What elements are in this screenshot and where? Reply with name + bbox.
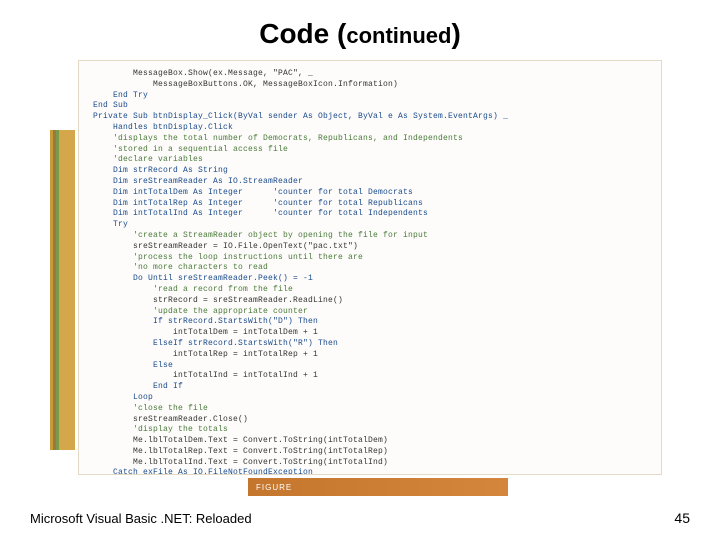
code-line: Dim intTotalDem As Integer 'counter for … (93, 188, 649, 199)
code-line: End If (93, 382, 649, 393)
code-line: MessageBox.Show(ex.Message, "PAC", _ (93, 69, 649, 80)
code-line: 'close the file (93, 404, 649, 415)
code-line: End Try (93, 91, 649, 102)
slide-title: Code (continued) (0, 0, 720, 60)
title-word-1: Code (259, 18, 329, 49)
code-line: 'no more characters to read (93, 263, 649, 274)
code-line: 'read a record from the file (93, 285, 649, 296)
code-line: Else (93, 361, 649, 372)
code-line: Me.lblTotalInd.Text = Convert.ToString(i… (93, 458, 649, 469)
code-line: 'update the appropriate counter (93, 307, 649, 318)
code-line: Me.lblTotalRep.Text = Convert.ToString(i… (93, 447, 649, 458)
code-line: Catch exFile As IO.FileNotFoundException (93, 468, 649, 475)
code-line: Dim sreStreamReader As IO.StreamReader (93, 177, 649, 188)
code-line: 'display the totals (93, 425, 649, 436)
code-line: If strRecord.StartsWith("D") Then (93, 317, 649, 328)
slide-number: 45 (674, 510, 690, 526)
code-line: intTotalInd = intTotalInd + 1 (93, 371, 649, 382)
code-line: Private Sub btnDisplay_Click(ByVal sende… (93, 112, 649, 123)
figure-caption-band: FIGURE (248, 478, 508, 496)
decorative-side-band (50, 130, 75, 450)
code-line: Try (93, 220, 649, 231)
code-line: 'displays the total number of Democrats,… (93, 134, 649, 145)
footer-left-text: Microsoft Visual Basic .NET: Reloaded (30, 511, 252, 526)
code-line: sreStreamReader = IO.File.OpenText("pac.… (93, 242, 649, 253)
slide-footer: Microsoft Visual Basic .NET: Reloaded 45 (30, 510, 690, 526)
code-line: ElseIf strRecord.StartsWith("R") Then (93, 339, 649, 350)
code-line: MessageBoxButtons.OK, MessageBoxIcon.Inf… (93, 80, 649, 91)
code-line: Dim strRecord As String (93, 166, 649, 177)
code-line: Me.lblTotalDem.Text = Convert.ToString(i… (93, 436, 649, 447)
title-word-2: continued (346, 23, 451, 48)
code-line: End Sub (93, 101, 649, 112)
title-paren-open: ( (329, 18, 346, 49)
code-line: Loop (93, 393, 649, 404)
code-line: 'declare variables (93, 155, 649, 166)
code-line: Handles btnDisplay.Click (93, 123, 649, 134)
figure-caption-label: FIGURE (256, 483, 292, 492)
code-panel: MessageBox.Show(ex.Message, "PAC", _ Mes… (78, 60, 662, 475)
code-line: 'stored in a sequential access file (93, 145, 649, 156)
code-line: intTotalRep = intTotalRep + 1 (93, 350, 649, 361)
code-line: strRecord = sreStreamReader.ReadLine() (93, 296, 649, 307)
code-line: intTotalDem = intTotalDem + 1 (93, 328, 649, 339)
code-line: Dim intTotalRep As Integer 'counter for … (93, 199, 649, 210)
title-paren-close: ) (451, 18, 460, 49)
code-line: Do Until sreStreamReader.Peek() = -1 (93, 274, 649, 285)
code-line: 'create a StreamReader object by opening… (93, 231, 649, 242)
code-line: sreStreamReader.Close() (93, 415, 649, 426)
code-line: Dim intTotalInd As Integer 'counter for … (93, 209, 649, 220)
code-line: 'process the loop instructions until the… (93, 253, 649, 264)
